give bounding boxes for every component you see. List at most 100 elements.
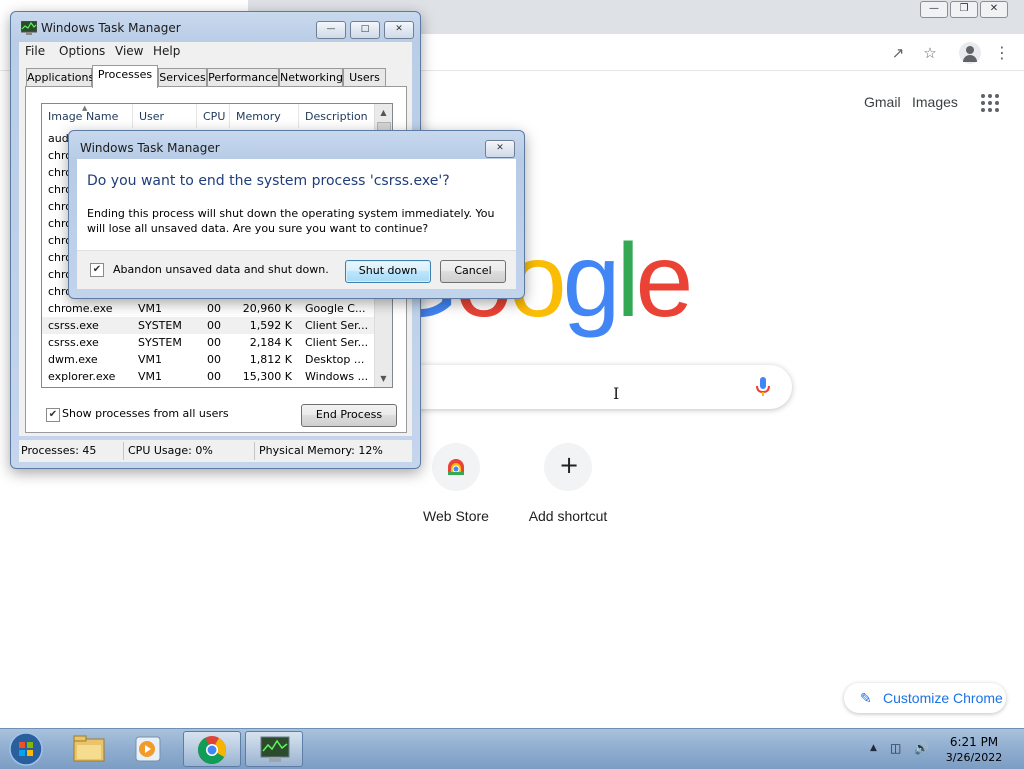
minimize-icon[interactable]: — [920, 1, 948, 18]
chrome-icon [198, 736, 226, 764]
customize-chrome-label: Customize Chrome [883, 690, 1003, 706]
status-separator [254, 442, 255, 460]
webstore-shortcut-tile[interactable] [432, 443, 480, 491]
taskbar-chrome[interactable] [183, 731, 241, 767]
taskbar-task-manager[interactable] [245, 731, 303, 767]
cell-description: Client Ser... [305, 336, 369, 349]
microphone-icon[interactable] [756, 377, 770, 397]
cell-cpu: 00 [207, 302, 221, 315]
dialog-close-icon[interactable]: ✕ [485, 140, 515, 158]
cell-memory: 20,960 K [242, 302, 292, 315]
dialog-body-text: Ending this process will shut down the o… [87, 207, 495, 235]
cell-user-name: VM1 [138, 353, 163, 366]
clock-date: 3/26/2022 [945, 751, 1003, 764]
cell-cpu: 00 [207, 353, 221, 366]
show-all-users-checkbox[interactable]: ✔ [46, 408, 60, 422]
cell-description: Desktop ... [305, 353, 365, 366]
column-header-cpu[interactable]: CPU [197, 104, 230, 128]
cancel-button[interactable]: Cancel [440, 260, 506, 283]
shut-down-button[interactable]: Shut down [345, 260, 431, 283]
table-row[interactable]: csrss.exe SYSTEM 00 1,592 K Client Ser... [42, 317, 374, 334]
task-manager-title: Windows Task Manager [41, 21, 181, 35]
windows-orb-icon [9, 732, 43, 766]
cell-description: Client Ser... [305, 319, 369, 332]
table-row[interactable]: dwm.exe VM1 00 1,812 K Desktop ... [42, 351, 374, 368]
tab-users[interactable]: Users [343, 68, 386, 87]
tm-minimize-icon[interactable]: — [316, 21, 346, 39]
menu-options[interactable]: Options [59, 44, 105, 58]
cell-memory: 15,300 K [242, 370, 292, 383]
status-processes: Processes: 45 [21, 444, 97, 457]
images-link[interactable]: Images [912, 94, 958, 110]
share-icon[interactable]: ↗ [888, 43, 908, 63]
volume-icon[interactable]: 🔊 [914, 741, 929, 755]
cell-cpu: 00 [207, 319, 221, 332]
restore-icon[interactable]: ❐ [950, 1, 978, 18]
abandon-data-checkbox[interactable]: ✔ [90, 263, 104, 277]
cell-user-name: SYSTEM [138, 336, 182, 349]
menu-file[interactable]: File [25, 44, 45, 58]
logo-letter: g [562, 223, 621, 339]
menu-help[interactable]: Help [153, 44, 180, 58]
task-manager-icon [21, 21, 37, 35]
column-header-image-name[interactable]: Image Name ▲ [42, 104, 133, 128]
tm-maximize-icon[interactable]: □ [350, 21, 380, 39]
table-row[interactable]: explorer.exe VM1 00 15,300 K Windows ... [42, 368, 374, 385]
column-header-user-name[interactable]: User Name [133, 104, 197, 149]
column-header-description[interactable]: Description [299, 104, 375, 128]
status-separator [123, 442, 124, 460]
task-manager-icon [260, 736, 290, 762]
cell-memory: 1,812 K [249, 353, 292, 366]
taskbar-explorer[interactable] [60, 731, 118, 767]
cell-image-name: chrome.exe [48, 302, 113, 315]
customize-chrome-button[interactable]: ✎ Customize Chrome [844, 683, 1006, 713]
pencil-icon: ✎ [860, 690, 872, 706]
scroll-down-icon[interactable]: ▼ [375, 370, 392, 387]
webstore-icon [448, 459, 464, 475]
cell-description: Google C... [305, 302, 366, 315]
google-search-box[interactable] [380, 365, 792, 409]
google-apps-icon[interactable] [981, 94, 999, 112]
tm-close-icon[interactable]: ✕ [384, 21, 414, 39]
chrome-window-controls: — ❐ ✕ [920, 1, 1008, 18]
show-all-users-label[interactable]: Show processes from all users [62, 407, 229, 420]
sort-ascending-icon: ▲ [82, 104, 88, 112]
menu-view[interactable]: View [115, 44, 143, 58]
cell-user-name: SYSTEM [138, 319, 182, 332]
network-icon[interactable]: ◫ [890, 741, 901, 755]
shortcut-label-webstore[interactable]: Web Store [396, 508, 516, 524]
bookmark-star-icon[interactable]: ☆ [920, 43, 940, 63]
dialog-title: Windows Task Manager [80, 141, 220, 155]
taskbar-media-player[interactable] [120, 731, 178, 767]
text-cursor-icon: I [613, 384, 620, 403]
add-shortcut-tile[interactable]: + [544, 443, 592, 491]
status-cpu-usage: CPU Usage: 0% [128, 444, 213, 457]
column-header-memory[interactable]: Memory (... [230, 104, 299, 149]
profile-avatar-icon[interactable] [959, 42, 981, 64]
dialog-content: Do you want to end the system process 'c… [77, 159, 516, 250]
tab-services[interactable]: Services [158, 68, 207, 87]
tab-performance[interactable]: Performance [207, 68, 279, 87]
shortcut-label-add[interactable]: Add shortcut [508, 508, 628, 524]
end-process-dialog: Windows Task Manager ✕ Do you want to en… [68, 130, 525, 299]
table-row[interactable]: chrome.exe VM1 00 20,960 K Google C... [42, 300, 374, 317]
gmail-link[interactable]: Gmail [864, 94, 901, 110]
kebab-menu-icon[interactable]: ⋮ [992, 43, 1012, 63]
abandon-data-label[interactable]: Abandon unsaved data and shut down. [113, 263, 329, 276]
tab-networking[interactable]: Networking [279, 68, 343, 87]
start-button[interactable] [2, 731, 50, 767]
clock-time: 6:21 PM [949, 735, 999, 749]
tab-processes[interactable]: Processes [92, 65, 158, 88]
cell-image-name: dwm.exe [48, 353, 98, 366]
logo-letter: l [616, 223, 639, 339]
show-hidden-icons-icon[interactable]: ▲ [870, 743, 877, 753]
folder-icon [73, 735, 105, 762]
windows-taskbar: ▲ ◫ 🔊 6:21 PM 3/26/2022 [0, 728, 1024, 769]
system-clock[interactable]: 6:21 PM 3/26/2022 [944, 735, 1004, 765]
scroll-up-icon[interactable]: ▲ [375, 104, 392, 121]
table-row[interactable]: csrss.exe SYSTEM 00 2,184 K Client Ser... [42, 334, 374, 351]
end-process-button[interactable]: End Process [301, 404, 397, 427]
tab-applications[interactable]: Applications [26, 68, 94, 87]
cell-memory: 2,184 K [249, 336, 292, 349]
close-icon[interactable]: ✕ [980, 1, 1008, 18]
